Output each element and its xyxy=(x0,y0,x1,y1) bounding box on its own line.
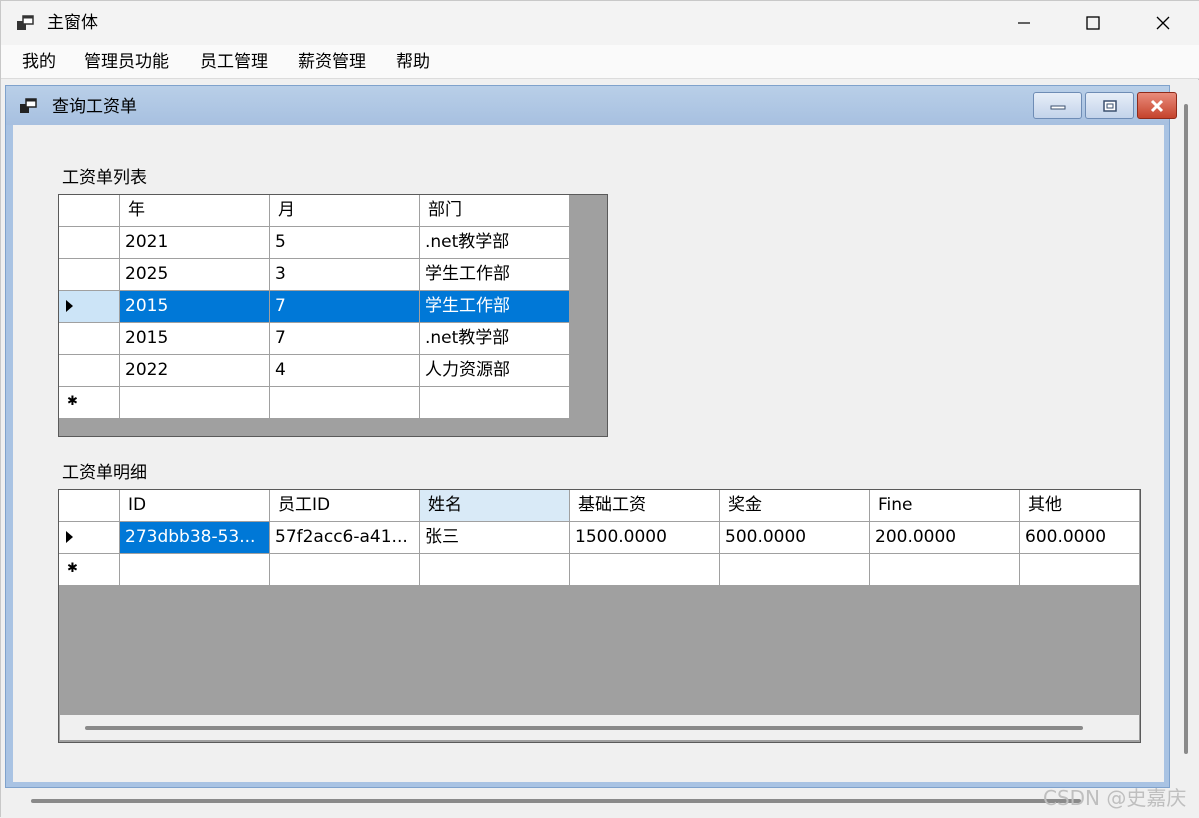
column-header-employee-id[interactable]: 员工ID xyxy=(270,490,420,522)
new-row-cell[interactable] xyxy=(420,387,570,419)
grid-corner[interactable] xyxy=(59,195,120,227)
child-title-bar[interactable]: 查询工资单 xyxy=(6,86,1177,125)
table-cell[interactable]: .net教学部 xyxy=(420,323,570,355)
row-header-current[interactable] xyxy=(59,291,120,323)
new-row-icon: ✱ xyxy=(67,394,78,409)
scrollbar-thumb[interactable] xyxy=(85,726,1083,730)
table-cell[interactable]: 57f2acc6-a41... xyxy=(270,522,420,554)
title-bar[interactable]: 主窗体 xyxy=(1,1,1199,45)
new-row-cell[interactable] xyxy=(120,387,270,419)
new-row-header[interactable]: ✱ xyxy=(59,387,120,419)
salary-list-grid[interactable]: 年 月 部门 2021 5 .net教学部 2025 3 学生工作部 2015 … xyxy=(58,194,608,437)
table-cell[interactable]: 7 xyxy=(270,323,420,355)
row-header[interactable] xyxy=(59,355,120,387)
grid-corner[interactable] xyxy=(59,490,120,522)
maximize-icon xyxy=(1102,99,1117,112)
column-header-bonus[interactable]: 奖金 xyxy=(720,490,870,522)
table-cell[interactable]: 张三 xyxy=(420,522,570,554)
new-row-cell[interactable] xyxy=(270,387,420,419)
watermark: CSDN @史嘉庆 xyxy=(1043,786,1187,810)
table-cell[interactable]: 4 xyxy=(270,355,420,387)
table-cell-selected[interactable]: 2015 xyxy=(120,291,270,323)
column-header-id[interactable]: ID xyxy=(120,490,270,522)
row-header[interactable] xyxy=(59,259,120,291)
row-header[interactable] xyxy=(59,323,120,355)
column-header-year[interactable]: 年 xyxy=(120,195,270,227)
table-cell[interactable]: 2021 xyxy=(120,227,270,259)
salary-detail-label: 工资单明细 xyxy=(62,463,147,483)
main-window: 主窗体 我的 管理员功能 员工管理 薪资管理 帮助 查询工资单 工资单列表 年 … xyxy=(0,0,1199,818)
table-cell[interactable]: 人力资源部 xyxy=(420,355,570,387)
menu-item-admin[interactable]: 管理员功能 xyxy=(82,51,171,73)
table-cell[interactable]: 500.0000 xyxy=(720,522,870,554)
maximize-icon xyxy=(1086,16,1100,30)
close-icon xyxy=(1156,16,1170,30)
new-row-cell[interactable] xyxy=(1020,554,1140,586)
scrollbar-thumb[interactable] xyxy=(31,799,1081,803)
child-window: 查询工资单 工资单列表 年 月 部门 2021 5 .net教学部 2025 3… xyxy=(5,85,1177,788)
new-row-cell[interactable] xyxy=(120,554,270,586)
new-row-cell[interactable] xyxy=(420,554,570,586)
new-row-cell[interactable] xyxy=(270,554,420,586)
table-cell[interactable]: 3 xyxy=(270,259,420,291)
close-icon xyxy=(1150,99,1164,112)
menu-item-help[interactable]: 帮助 xyxy=(394,51,432,73)
table-cell[interactable]: 2022 xyxy=(120,355,270,387)
table-cell[interactable]: .net教学部 xyxy=(420,227,570,259)
table-cell[interactable]: 200.0000 xyxy=(870,522,1020,554)
form-icon xyxy=(20,97,40,115)
salary-list-label: 工资单列表 xyxy=(62,168,147,188)
column-header-name[interactable]: 姓名 xyxy=(420,490,570,522)
current-row-arrow-icon xyxy=(66,531,73,543)
minimize-icon xyxy=(1018,22,1030,24)
current-row-arrow-icon xyxy=(66,300,73,312)
minimize-icon xyxy=(1050,105,1065,109)
table-cell[interactable]: 学生工作部 xyxy=(420,259,570,291)
scrollbar-thumb[interactable] xyxy=(1184,104,1188,754)
column-header-month[interactable]: 月 xyxy=(270,195,420,227)
child-client-area: 工资单列表 年 月 部门 2021 5 .net教学部 2025 3 学生工作部 xyxy=(13,125,1164,782)
table-cell[interactable]: 2015 xyxy=(120,323,270,355)
table-cell[interactable]: 600.0000 xyxy=(1020,522,1140,554)
row-header-current[interactable] xyxy=(59,522,120,554)
table-cell-selected[interactable]: 7 xyxy=(270,291,420,323)
mdi-vertical-scrollbar[interactable] xyxy=(1178,84,1199,791)
menu-item-employee[interactable]: 员工管理 xyxy=(198,51,270,73)
grid-horizontal-scrollbar[interactable] xyxy=(60,715,1139,740)
child-maximize-button[interactable] xyxy=(1085,92,1134,119)
menu-item-mine[interactable]: 我的 xyxy=(20,51,58,73)
minimize-button[interactable] xyxy=(1001,1,1047,45)
table-cell[interactable]: 5 xyxy=(270,227,420,259)
table-cell-selected[interactable]: 273dbb38-53... xyxy=(120,522,270,554)
menu-item-salary[interactable]: 薪资管理 xyxy=(296,51,368,73)
column-header-other[interactable]: 其他 xyxy=(1020,490,1140,522)
table-cell[interactable]: 1500.0000 xyxy=(570,522,720,554)
column-header-fine[interactable]: Fine xyxy=(870,490,1020,522)
menu-bar: 我的 管理员功能 员工管理 薪资管理 帮助 xyxy=(1,45,1199,79)
new-row-cell[interactable] xyxy=(720,554,870,586)
child-minimize-button[interactable] xyxy=(1033,92,1082,119)
child-close-button[interactable] xyxy=(1137,92,1177,119)
window-title: 主窗体 xyxy=(47,13,98,33)
column-header-dept[interactable]: 部门 xyxy=(420,195,570,227)
new-row-cell[interactable] xyxy=(570,554,720,586)
new-row-header[interactable]: ✱ xyxy=(59,554,120,586)
app-icon xyxy=(17,13,37,33)
column-header-base-salary[interactable]: 基础工资 xyxy=(570,490,720,522)
new-row-cell[interactable] xyxy=(870,554,1020,586)
table-cell-selected[interactable]: 学生工作部 xyxy=(420,291,570,323)
mdi-horizontal-scrollbar[interactable] xyxy=(1,791,1178,818)
row-header[interactable] xyxy=(59,227,120,259)
salary-detail-grid[interactable]: ID 员工ID 姓名 基础工资 奖金 Fine 其他 273dbb38-53..… xyxy=(58,489,1141,743)
child-window-title: 查询工资单 xyxy=(52,97,137,117)
new-row-icon: ✱ xyxy=(67,561,78,576)
maximize-button[interactable] xyxy=(1070,1,1116,45)
table-cell[interactable]: 2025 xyxy=(120,259,270,291)
close-button[interactable] xyxy=(1140,1,1186,45)
